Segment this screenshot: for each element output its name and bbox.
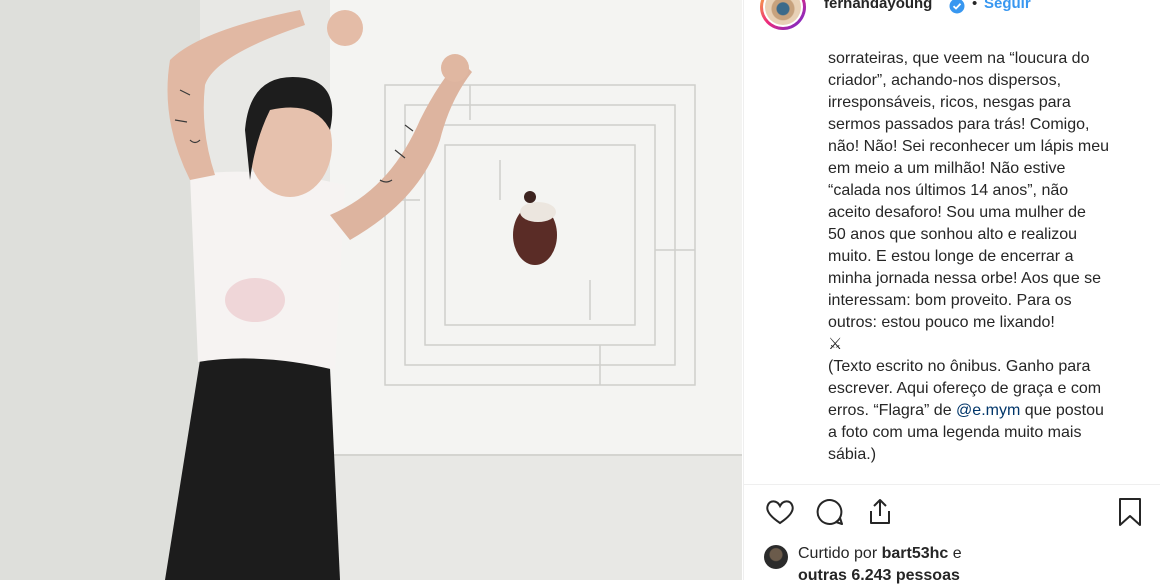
- follow-button[interactable]: Seguir: [984, 0, 1031, 12]
- heart-icon[interactable]: [764, 496, 796, 533]
- caption-line: aceito desaforo! Sou uma mulher de: [828, 204, 1086, 221]
- likes-prefix: Curtido por: [798, 545, 882, 562]
- caption-line: sermos passados para trás! Comigo,: [828, 116, 1090, 133]
- caption-line: outros: estou pouco me lixando!: [828, 314, 1055, 331]
- caption-line: criador”, achando-nos dispersos,: [828, 72, 1062, 89]
- share-icon[interactable]: [864, 496, 896, 533]
- divider: [744, 484, 1160, 485]
- caption-line: sábia.): [828, 446, 877, 463]
- caption-line: irresponsáveis, ricos, nesgas para: [828, 94, 1071, 111]
- action-bar: [744, 496, 1160, 540]
- comment-icon[interactable]: [814, 496, 846, 533]
- caption-line: 50 anos que sonhou alto e realizou: [828, 226, 1078, 243]
- separator-dot: •: [972, 0, 978, 12]
- likes-suffix: e: [948, 545, 962, 562]
- liker-avatar[interactable]: [764, 545, 788, 569]
- caption-line: escrever. Aqui ofereço de graça e com: [828, 380, 1102, 397]
- likes-text: Curtido por bart53hc e outras 6.243 pess…: [798, 543, 1148, 587]
- caption-line: sorrateiras, que veem na “loucura do: [828, 50, 1090, 67]
- caption-text: erros. “Flagra” de: [828, 402, 952, 419]
- post-caption: sorrateiras, que veem na “loucura do cri…: [828, 48, 1138, 478]
- post-header: fernandayoung • Seguir •••: [744, 0, 1160, 32]
- username-link[interactable]: fernandayoung: [824, 0, 932, 12]
- caption-line: ⚔: [828, 336, 843, 353]
- caption-line: muito. E estou longe de encerrar a: [828, 248, 1074, 265]
- bookmark-icon[interactable]: [1114, 496, 1146, 533]
- caption-line: (Texto escrito no ônibus. Ganho para: [828, 358, 1091, 375]
- post-details-panel: fernandayoung • Seguir ••• sorrateiras, …: [743, 0, 1160, 584]
- more-options-icon[interactable]: •••: [1118, 0, 1142, 9]
- mention-link[interactable]: @e.mym: [956, 402, 1020, 419]
- caption-line: a foto com uma legenda muito mais: [828, 424, 1082, 441]
- caption-line: minha jornada nessa orbe! Aos que se: [828, 270, 1102, 287]
- caption-line: não! Não! Sei reconhecer um lápis meu: [828, 138, 1110, 155]
- caption-text: que postou: [1020, 402, 1104, 419]
- caption-line: “calada nos últimos 14 anos”, não: [828, 182, 1069, 199]
- verified-badge-icon: [949, 0, 965, 19]
- caption-line-with-mention: erros. “Flagra” de @e.mym que postou: [828, 400, 1138, 422]
- liker-username-link[interactable]: bart53hc: [882, 545, 949, 562]
- post-photo[interactable]: [0, 0, 742, 580]
- photo-illustration: [0, 0, 742, 580]
- caption-line: interessam: bom proveito. Para os: [828, 292, 1072, 309]
- caption-line: em meio a um milhão! Não estive: [828, 160, 1066, 177]
- avatar[interactable]: [760, 0, 806, 30]
- likes-count-link[interactable]: outras 6.243 pessoas: [798, 567, 960, 584]
